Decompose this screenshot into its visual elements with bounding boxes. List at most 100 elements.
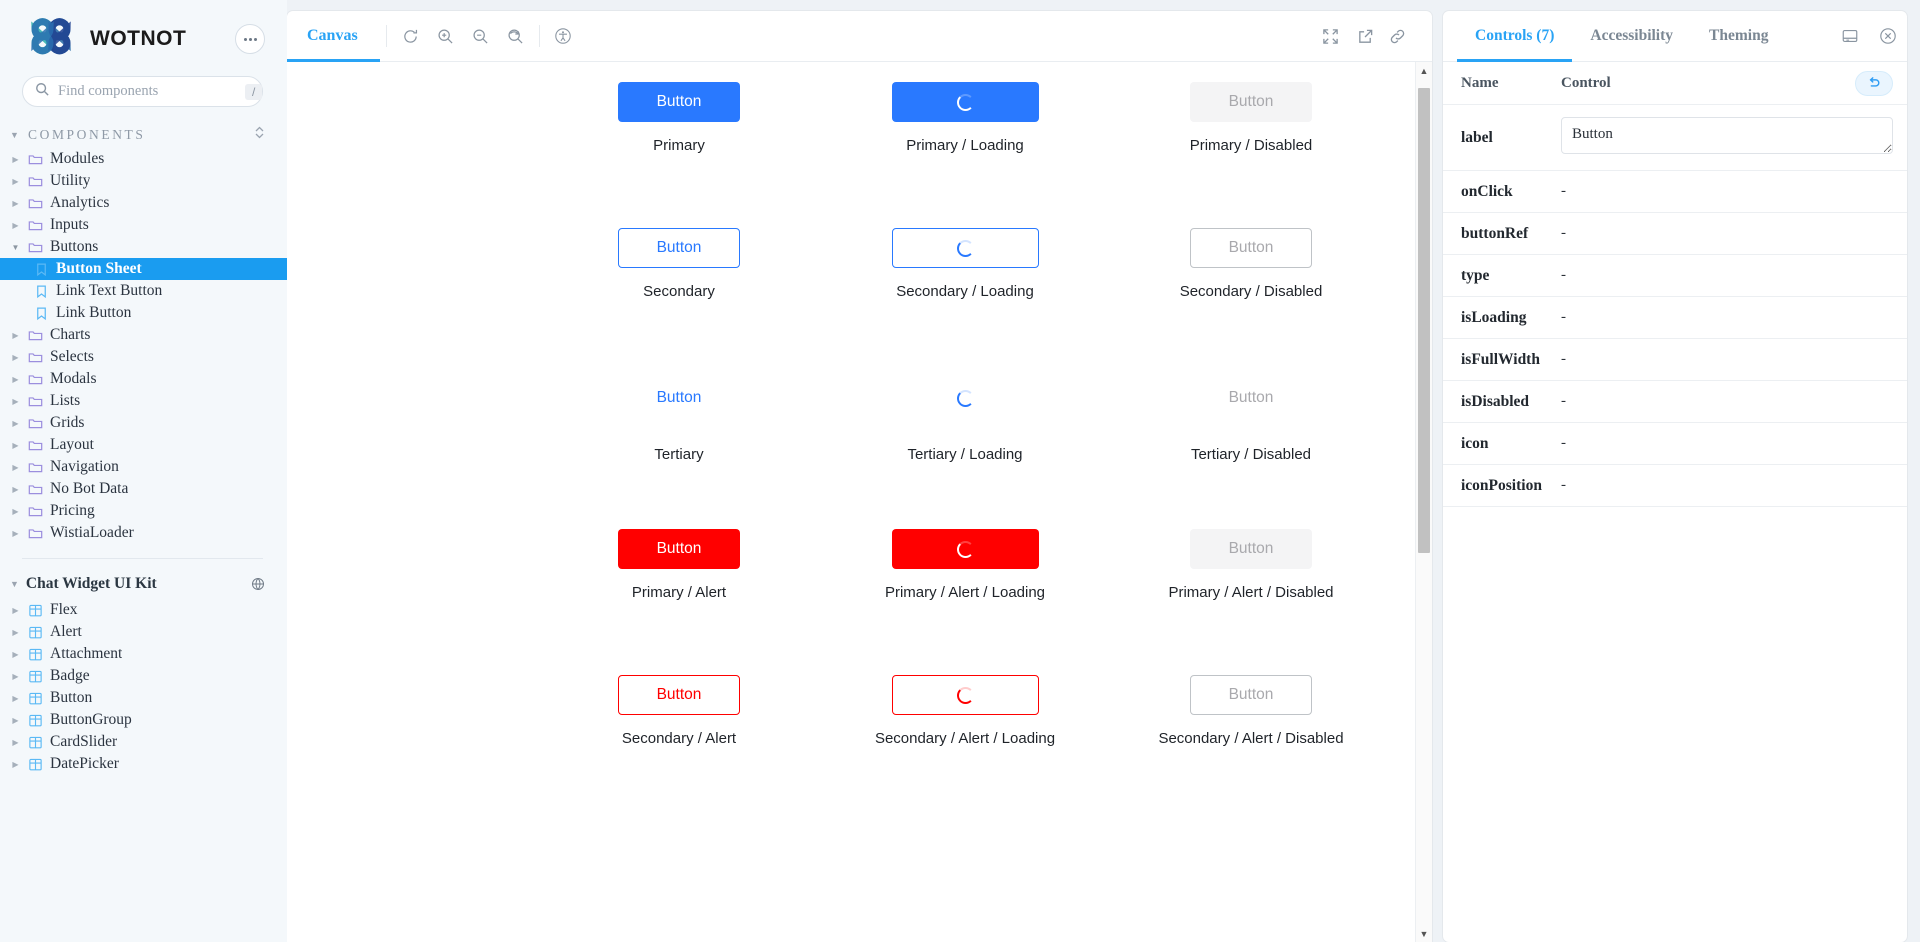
chevron-right-icon[interactable]: ▶ bbox=[10, 485, 21, 494]
reset-controls-button[interactable] bbox=[1855, 70, 1893, 96]
globe-icon[interactable] bbox=[251, 577, 265, 591]
open-external-icon[interactable] bbox=[1348, 11, 1383, 61]
chevron-right-icon[interactable]: ▶ bbox=[10, 650, 21, 659]
preview-button-tertiary-loading[interactable] bbox=[892, 378, 1039, 418]
preview-button-primary-loading[interactable] bbox=[891, 82, 1039, 122]
chevron-right-icon[interactable]: ▶ bbox=[10, 529, 21, 538]
preview-button-secondary-alert-loading[interactable] bbox=[891, 675, 1039, 715]
preview-button-primary-alert-disabled[interactable]: Button bbox=[1190, 529, 1312, 569]
preview-button-secondary[interactable]: Button bbox=[618, 228, 740, 268]
sidebar-item-selects[interactable]: ▶ Selects bbox=[0, 346, 287, 368]
sidebar-item-label: No Bot Data bbox=[50, 480, 129, 497]
dock-bottom-icon[interactable] bbox=[1831, 11, 1869, 61]
sidebar-item-utility[interactable]: ▶ Utility bbox=[0, 170, 287, 192]
sidebar-item-inputs[interactable]: ▶ Inputs bbox=[0, 214, 287, 236]
tab-theming[interactable]: Theming bbox=[1691, 11, 1786, 61]
kit-item-badge[interactable]: ▶ Badge bbox=[0, 665, 287, 687]
chevron-right-icon[interactable]: ▶ bbox=[10, 628, 21, 637]
preview-button-secondary-disabled[interactable]: Button bbox=[1190, 228, 1312, 268]
sidebar-item-button-sheet[interactable]: Button Sheet bbox=[0, 258, 287, 280]
close-icon[interactable] bbox=[1869, 11, 1907, 61]
chevron-right-icon[interactable]: ▶ bbox=[10, 441, 21, 450]
sidebar-item-modals[interactable]: ▶ Modals bbox=[0, 368, 287, 390]
search-input[interactable] bbox=[58, 83, 236, 100]
sidebar-item-layout[interactable]: ▶ Layout bbox=[0, 434, 287, 456]
chevron-right-icon[interactable]: ▶ bbox=[10, 463, 21, 472]
sidebar-item-link-button[interactable]: Link Button bbox=[0, 302, 287, 324]
preview-button-secondary-loading[interactable] bbox=[891, 228, 1039, 268]
zoom-reset-icon[interactable] bbox=[498, 11, 533, 61]
more-options-button[interactable] bbox=[235, 24, 265, 54]
preview-button-tertiary-disabled[interactable]: Button bbox=[1190, 378, 1312, 418]
components-section-header[interactable]: ▼ COMPONENTS bbox=[0, 121, 287, 148]
chevron-right-icon[interactable]: ▶ bbox=[10, 738, 21, 747]
chevron-right-icon[interactable]: ▶ bbox=[10, 507, 21, 516]
tab-controls[interactable]: Controls (7) bbox=[1457, 11, 1573, 62]
preview-button-primary[interactable]: Button bbox=[618, 82, 740, 122]
kit-section-header[interactable]: ▼ Chat Widget UI Kit bbox=[0, 569, 287, 599]
tab-accessibility[interactable]: Accessibility bbox=[1572, 11, 1691, 61]
control-row-type: type - bbox=[1443, 255, 1907, 297]
preview-button-primary-disabled[interactable]: Button bbox=[1190, 82, 1312, 122]
fullscreen-icon[interactable] bbox=[1313, 11, 1348, 61]
sidebar-item-buttons[interactable]: ▼ Buttons bbox=[0, 236, 287, 258]
canvas-scrollbar[interactable]: ▲ ▼ bbox=[1415, 62, 1432, 942]
sidebar-item-grids[interactable]: ▶ Grids bbox=[0, 412, 287, 434]
preview-button-secondary-alert[interactable]: Button bbox=[618, 675, 740, 715]
sidebar-item-lists[interactable]: ▶ Lists bbox=[0, 390, 287, 412]
folder-icon bbox=[28, 372, 43, 387]
sidebar-item-label: Modules bbox=[50, 150, 105, 167]
component-icon bbox=[28, 625, 43, 640]
sidebar-item-charts[interactable]: ▶ Charts bbox=[0, 324, 287, 346]
chevron-right-icon[interactable]: ▶ bbox=[10, 331, 21, 340]
copy-link-icon[interactable] bbox=[1383, 11, 1418, 61]
control-input-label[interactable] bbox=[1561, 116, 1893, 154]
chevron-right-icon[interactable]: ▶ bbox=[10, 606, 21, 615]
kit-item-flex[interactable]: ▶ Flex bbox=[0, 599, 287, 621]
kit-item-button[interactable]: ▶ Button bbox=[0, 687, 287, 709]
tab-canvas[interactable]: Canvas bbox=[287, 11, 380, 62]
preview-button-tertiary[interactable]: Button bbox=[618, 378, 740, 418]
search-icon bbox=[35, 82, 49, 101]
scrollbar-up-arrow-icon[interactable]: ▲ bbox=[1416, 62, 1432, 79]
sidebar-item-navigation[interactable]: ▶ Navigation bbox=[0, 456, 287, 478]
chevron-right-icon[interactable]: ▶ bbox=[10, 155, 21, 164]
chevron-right-icon[interactable]: ▶ bbox=[10, 177, 21, 186]
kit-item-alert[interactable]: ▶ Alert bbox=[0, 621, 287, 643]
sidebar-item-wistialoader[interactable]: ▶ WistiaLoader bbox=[0, 522, 287, 544]
chevron-right-icon[interactable]: ▶ bbox=[10, 672, 21, 681]
chevron-right-icon[interactable]: ▶ bbox=[10, 760, 21, 769]
sidebar-item-link-text-button[interactable]: Link Text Button bbox=[0, 280, 287, 302]
chevron-right-icon[interactable]: ▶ bbox=[10, 353, 21, 362]
canvas-cell-caption: Secondary / Loading bbox=[896, 283, 1034, 300]
scrollbar-down-arrow-icon[interactable]: ▼ bbox=[1416, 925, 1432, 942]
preview-button-primary-alert[interactable]: Button bbox=[618, 529, 740, 569]
kit-item-datepicker[interactable]: ▶ DatePicker bbox=[0, 753, 287, 775]
canvas-scroll-area: Button Primary Primary / Loading Button Prim… bbox=[287, 62, 1432, 942]
chevron-right-icon[interactable]: ▶ bbox=[10, 419, 21, 428]
sidebar-item-analytics[interactable]: ▶ Analytics bbox=[0, 192, 287, 214]
accessibility-icon[interactable] bbox=[546, 11, 581, 61]
sidebar-item-pricing[interactable]: ▶ Pricing bbox=[0, 500, 287, 522]
scrollbar-thumb[interactable] bbox=[1418, 88, 1430, 553]
search-box[interactable]: / bbox=[22, 76, 263, 107]
folder-icon bbox=[28, 460, 43, 475]
kit-item-attachment[interactable]: ▶ Attachment bbox=[0, 643, 287, 665]
chevron-down-icon[interactable]: ▼ bbox=[10, 243, 21, 252]
chevron-right-icon[interactable]: ▶ bbox=[10, 716, 21, 725]
kit-item-cardslider[interactable]: ▶ CardSlider bbox=[0, 731, 287, 753]
sidebar-item-no-bot-data[interactable]: ▶ No Bot Data bbox=[0, 478, 287, 500]
chevron-right-icon[interactable]: ▶ bbox=[10, 221, 21, 230]
zoom-out-icon[interactable] bbox=[463, 11, 498, 61]
reload-icon[interactable] bbox=[393, 11, 428, 61]
preview-button-secondary-alert-disabled[interactable]: Button bbox=[1190, 675, 1312, 715]
preview-button-primary-alert-loading[interactable] bbox=[891, 529, 1039, 569]
chevron-right-icon[interactable]: ▶ bbox=[10, 397, 21, 406]
chevron-right-icon[interactable]: ▶ bbox=[10, 199, 21, 208]
chevron-right-icon[interactable]: ▶ bbox=[10, 694, 21, 703]
kit-item-buttongroup[interactable]: ▶ ButtonGroup bbox=[0, 709, 287, 731]
zoom-in-icon[interactable] bbox=[428, 11, 463, 61]
sidebar-item-modules[interactable]: ▶ Modules bbox=[0, 148, 287, 170]
chevron-right-icon[interactable]: ▶ bbox=[10, 375, 21, 384]
sort-icon[interactable] bbox=[254, 125, 265, 144]
